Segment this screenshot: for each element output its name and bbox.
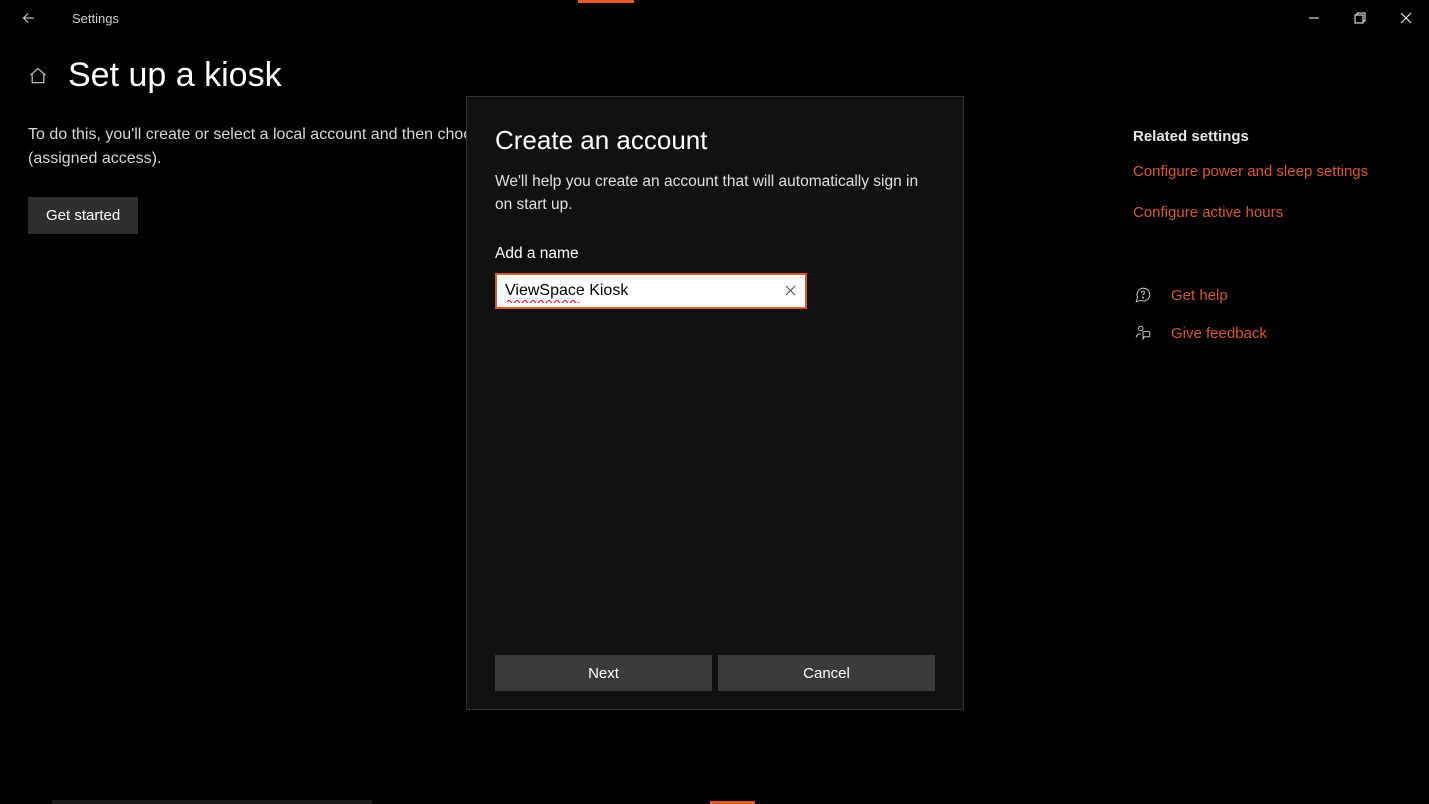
sidebar-give-feedback-label: Give feedback: [1171, 325, 1267, 342]
minimize-icon: [1308, 12, 1320, 24]
related-sidebar: Related settings Configure power and sle…: [1133, 36, 1429, 361]
back-arrow-icon: [19, 9, 37, 27]
close-icon: [1400, 12, 1412, 24]
sidebar-get-help[interactable]: Get help: [1133, 285, 1429, 305]
name-input-wrapper: [495, 273, 807, 309]
titlebar-left: Settings: [8, 0, 119, 36]
sidebar-get-help-label: Get help: [1171, 287, 1228, 304]
maximize-button[interactable]: [1337, 0, 1383, 36]
sidebar-link-active-hours[interactable]: Configure active hours: [1133, 204, 1429, 221]
maximize-restore-icon: [1354, 12, 1366, 24]
home-icon[interactable]: [28, 66, 48, 86]
get-started-button[interactable]: Get started: [28, 197, 138, 234]
window-controls: [1291, 0, 1429, 36]
minimize-button[interactable]: [1291, 0, 1337, 36]
x-icon: [785, 285, 796, 296]
sidebar-heading: Related settings: [1133, 128, 1429, 145]
help-icon: [1133, 285, 1153, 305]
dialog-button-row: Next Cancel: [495, 655, 935, 691]
top-accent-indicator: [578, 0, 634, 3]
dialog-description: We'll help you create an account that wi…: [495, 170, 935, 217]
next-button[interactable]: Next: [495, 655, 712, 691]
feedback-icon: [1133, 323, 1153, 343]
titlebar: Settings: [0, 0, 1429, 36]
page-title: Set up a kiosk: [68, 56, 282, 95]
name-input[interactable]: [497, 278, 775, 304]
cancel-button[interactable]: Cancel: [718, 655, 935, 691]
create-account-dialog: Create an account We'll help you create …: [466, 96, 964, 710]
sidebar-give-feedback[interactable]: Give feedback: [1133, 323, 1429, 343]
name-field-label: Add a name: [495, 245, 935, 263]
close-button[interactable]: [1383, 0, 1429, 36]
taskbar-highlight: [52, 800, 372, 804]
app-title: Settings: [72, 11, 119, 26]
clear-input-button[interactable]: [775, 275, 805, 307]
sidebar-link-power-sleep[interactable]: Configure power and sleep settings: [1133, 163, 1429, 180]
page-header: Set up a kiosk: [28, 56, 1133, 95]
back-button[interactable]: [8, 0, 48, 36]
dialog-title: Create an account: [495, 125, 935, 156]
